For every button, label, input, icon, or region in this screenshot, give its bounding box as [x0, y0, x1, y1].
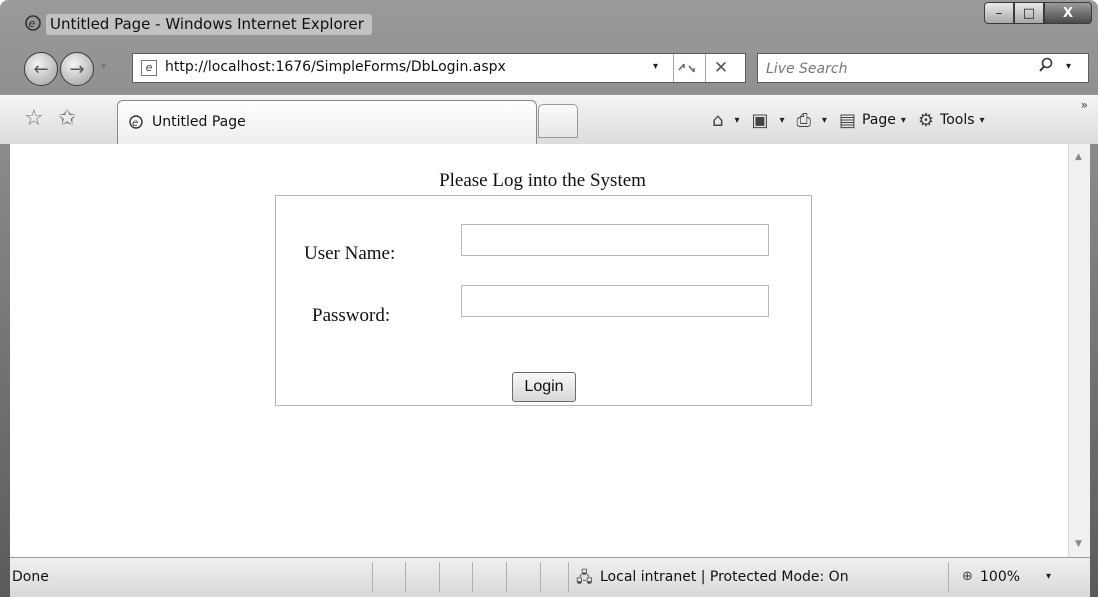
password-field[interactable]: [461, 285, 769, 317]
tab-bar: ☆ ✩ e Untitled Page ⌂ ▾ ▣ ▾ ⎙ ▾ ▤ Page ▾…: [0, 94, 1098, 145]
status-divider: [540, 562, 541, 592]
search-icon[interactable]: [1038, 57, 1054, 77]
status-divider: [948, 562, 949, 592]
refresh-icon: [678, 63, 695, 72]
favorites-center-icon[interactable]: ☆: [24, 106, 44, 131]
chevron-down-icon: ▾: [900, 114, 906, 126]
status-divider: [568, 562, 569, 592]
navigation-bar: ← → ▾ e http://localhost:1676/SimpleForm…: [0, 44, 1098, 94]
chevron-down-icon: ▾: [779, 114, 785, 126]
status-divider: [506, 562, 507, 592]
toolbar-overflow-icon[interactable]: »: [1081, 98, 1088, 112]
security-zone-label[interactable]: Local intranet | Protected Mode: On: [600, 569, 849, 585]
gear-icon: ⚙: [917, 109, 935, 131]
browser-window: e Untitled Page - Windows Internet Explo…: [0, 0, 1098, 597]
feeds-button[interactable]: ▣ ▾: [751, 110, 784, 131]
username-field[interactable]: [461, 224, 769, 256]
status-divider: [439, 562, 440, 592]
refresh-button[interactable]: [673, 54, 702, 82]
print-button[interactable]: ⎙ ▾: [797, 110, 827, 131]
vertical-scrollbar[interactable]: ▲ ▼: [1068, 144, 1090, 557]
chevron-down-icon: ▾: [821, 114, 827, 126]
svg-text:e: e: [132, 118, 138, 129]
zoom-icon: ⊕: [962, 569, 973, 584]
status-text: Done: [12, 569, 49, 585]
page-menu-label: Page: [861, 112, 896, 128]
home-icon: ⌂: [712, 109, 724, 131]
tools-menu-button[interactable]: ⚙ Tools ▾: [918, 110, 985, 131]
home-button[interactable]: ⌂ ▾: [712, 110, 739, 131]
page-menu-button[interactable]: ▤ Page ▾: [839, 110, 906, 131]
maximize-button[interactable]: □: [1014, 2, 1044, 24]
ie-logo-icon: e: [25, 15, 41, 31]
tools-menu-label: Tools: [940, 112, 975, 128]
recent-pages-dropdown-icon[interactable]: ▾: [101, 61, 106, 72]
username-label: User Name:: [304, 243, 396, 264]
password-label: Password:: [312, 305, 391, 326]
network-zone-icon: 🖧: [576, 568, 593, 586]
add-to-favorites-icon[interactable]: ✩: [58, 106, 76, 131]
status-bar: Done 🖧 Local intranet | Protected Mode: …: [10, 557, 1090, 597]
minimize-button[interactable]: –: [984, 2, 1014, 24]
address-url[interactable]: http://localhost:1676/SimpleForms/DbLogi…: [165, 59, 506, 75]
search-box: ▾: [757, 53, 1089, 83]
zoom-dropdown-icon[interactable]: ▾: [1046, 571, 1051, 582]
scroll-down-icon[interactable]: ▼: [1075, 539, 1082, 549]
zoom-level[interactable]: 100%: [980, 569, 1020, 585]
chevron-down-icon: ▾: [734, 114, 740, 126]
forward-button[interactable]: →: [60, 52, 94, 86]
login-form: User Name: Password: Login: [275, 195, 812, 406]
status-divider: [405, 562, 406, 592]
stop-button[interactable]: ✕: [705, 54, 736, 82]
page-content: Please Log into the System User Name: Pa…: [10, 144, 1068, 557]
command-bar: ⌂ ▾ ▣ ▾ ⎙ ▾ ▤ Page ▾ ⚙ Tools ▾: [712, 108, 997, 132]
login-button[interactable]: Login: [512, 372, 576, 402]
status-divider: [372, 562, 373, 592]
search-input[interactable]: [764, 58, 1018, 80]
address-dropdown-icon[interactable]: ▾: [653, 61, 658, 72]
page-heading: Please Log into the System: [439, 170, 646, 191]
window-controls: – □ X: [984, 2, 1092, 24]
page-icon: e: [141, 60, 157, 76]
ie-page-icon: e: [129, 115, 143, 129]
new-tab-button[interactable]: [538, 104, 578, 138]
title-bar: e Untitled Page - Windows Internet Explo…: [0, 0, 1098, 44]
chevron-down-icon: ▾: [979, 114, 985, 126]
print-icon: ⎙: [796, 109, 811, 131]
feeds-icon: ▣: [751, 109, 769, 131]
address-bar[interactable]: e http://localhost:1676/SimpleForms/DbLo…: [132, 53, 746, 83]
tab-label: Untitled Page: [152, 114, 246, 130]
status-divider: [472, 562, 473, 592]
window-title: Untitled Page - Windows Internet Explore…: [46, 14, 372, 35]
search-dropdown-icon[interactable]: ▾: [1066, 61, 1071, 72]
close-button[interactable]: X: [1044, 2, 1092, 24]
tab-untitled-page[interactable]: e Untitled Page: [117, 100, 537, 145]
scroll-up-icon[interactable]: ▲: [1075, 152, 1082, 162]
back-button[interactable]: ←: [24, 52, 58, 86]
page-icon: ▤: [838, 109, 856, 131]
svg-text:e: e: [29, 17, 36, 30]
